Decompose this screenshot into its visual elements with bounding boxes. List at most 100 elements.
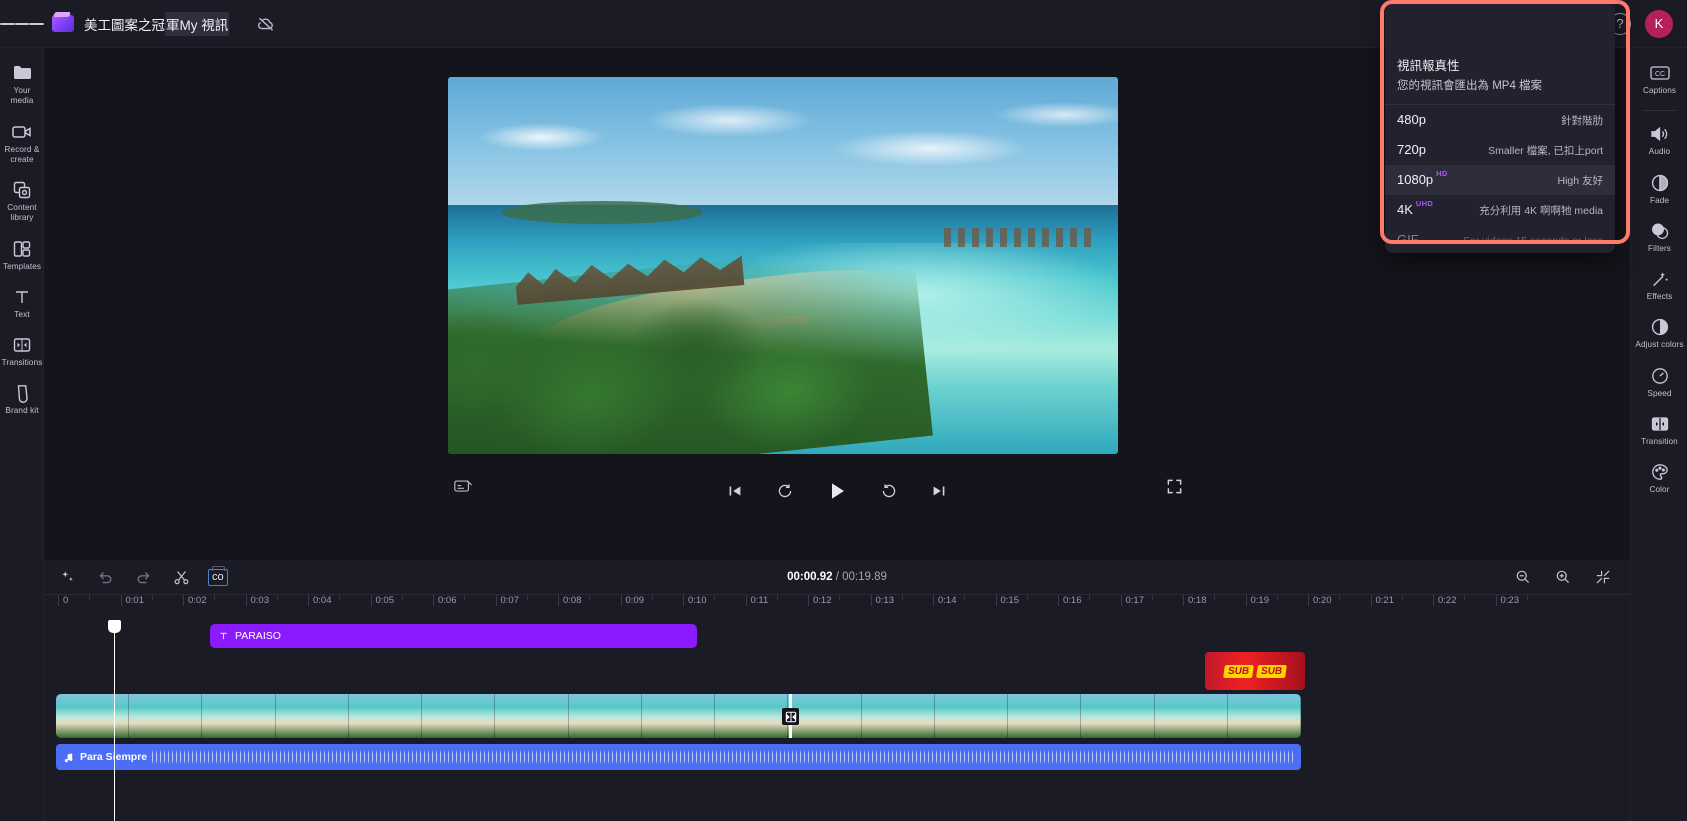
track-video	[44, 694, 1630, 738]
folder-icon	[1, 63, 43, 83]
rail-divider	[1643, 110, 1675, 111]
video-thumbnail	[276, 694, 349, 738]
export-menu-spacer	[1385, 3, 1615, 46]
ruler-tick-minor	[1464, 595, 1469, 600]
zoom-in-icon[interactable]	[1552, 566, 1574, 588]
audio-clip[interactable]: Para Siempre	[56, 744, 1301, 770]
sidebar-item-content-library[interactable]: Content library	[0, 173, 44, 232]
playhead[interactable]	[114, 622, 115, 821]
ruler-tick-minor	[339, 595, 344, 600]
ruler-tick-minor	[89, 595, 94, 600]
export-menu-header: 視訊報真性 您的視訊會匯出為 MP4 檔案	[1385, 46, 1615, 105]
ruler-tick-minor	[1527, 595, 1532, 600]
export-option-720p[interactable]: 720p Smaller 檔案, 已扣上port	[1385, 135, 1615, 165]
ruler-tick-minor	[589, 595, 594, 600]
ruler-tick: 0:10	[683, 595, 707, 606]
filters-icon	[1632, 221, 1687, 241]
ruler-tick: 0:23	[1496, 595, 1520, 606]
export-option-label: 4K	[1397, 202, 1413, 217]
ruler-tick-minor	[1152, 595, 1157, 600]
ruler-tick: 0:17	[1121, 595, 1145, 606]
jump-to-start-button[interactable]	[721, 477, 749, 505]
ruler-tick: 0:08	[558, 595, 582, 606]
property-item-transition[interactable]: Transition	[1631, 407, 1687, 455]
cloud-off-icon[interactable]	[253, 11, 279, 37]
property-item-audio[interactable]: Audio	[1631, 117, 1687, 165]
ruler-tick: 0:03	[246, 595, 270, 606]
ruler-tick-minor	[964, 595, 969, 600]
step-forward-button[interactable]	[875, 477, 903, 505]
property-item-fade[interactable]: Fade	[1631, 166, 1687, 214]
sidebar-item-your-media[interactable]: Your media	[0, 56, 44, 115]
sidebar-item-transitions[interactable]: Transitions	[0, 328, 44, 376]
ruler-tick-minor	[1214, 595, 1219, 600]
video-thumbnail	[56, 694, 129, 738]
ruler-tick: 0:07	[496, 595, 520, 606]
ruler-tick: 0:18	[1183, 595, 1207, 606]
split-handle-icon[interactable]	[782, 708, 799, 725]
video-thumbnail	[642, 694, 715, 738]
video-thumbnail	[1155, 694, 1228, 738]
property-item-captions[interactable]: CC Captions	[1631, 56, 1687, 104]
project-title-selection: 軍My 視訊	[165, 12, 229, 36]
fullscreen-icon[interactable]	[1160, 473, 1188, 499]
sidebar-item-record-create[interactable]: Record & create	[0, 115, 44, 174]
sidebar-item-label: Templates	[1, 262, 43, 272]
ruler-tick-minor	[652, 595, 657, 600]
sidebar-item-text[interactable]: Text	[0, 280, 44, 328]
property-item-filters[interactable]: Filters	[1631, 214, 1687, 262]
ruler-tick: 0:06	[433, 595, 457, 606]
video-thumbnail	[1008, 694, 1081, 738]
jump-to-end-button[interactable]	[925, 477, 953, 505]
ruler-tick: 0:02	[183, 595, 207, 606]
duplicate-button[interactable]: co	[208, 569, 228, 586]
templates-icon	[1, 239, 43, 259]
sidebar-item-brand-kit[interactable]: Brand kit	[0, 376, 44, 424]
ruler-tick-minor	[464, 595, 469, 600]
ai-tools-button[interactable]	[56, 566, 78, 588]
video-clip[interactable]	[56, 694, 1301, 738]
ruler-tick: 0:19	[1246, 595, 1270, 606]
undo-button[interactable]	[94, 566, 116, 588]
property-item-color[interactable]: Color	[1631, 455, 1687, 503]
video-preview[interactable]	[448, 77, 1118, 454]
ruler-tick-minor	[1339, 595, 1344, 600]
step-back-button[interactable]	[771, 477, 799, 505]
zoom-out-icon[interactable]	[1512, 566, 1534, 588]
adjust-colors-icon	[1632, 317, 1687, 337]
project-title[interactable]: 美工圖案之冠軍My 視訊	[82, 11, 231, 37]
ruler-tick: 0:14	[933, 595, 957, 606]
property-item-speed[interactable]: Speed	[1631, 359, 1687, 407]
property-item-effects[interactable]: Effects	[1631, 262, 1687, 310]
left-sidebar: Your media Record & create Content libra…	[0, 48, 44, 821]
playback-controls	[44, 468, 1630, 514]
sidebar-item-templates[interactable]: Templates	[0, 232, 44, 280]
redo-button[interactable]	[132, 566, 154, 588]
color-palette-icon	[1632, 462, 1687, 482]
ruler-tick: 0	[58, 595, 68, 606]
split-button[interactable]	[170, 566, 192, 588]
hamburger-menu-icon[interactable]	[0, 0, 44, 48]
video-thumbnail	[569, 694, 642, 738]
play-button[interactable]	[821, 475, 853, 507]
timeline-ruler[interactable]: 00:010:020:030:040:050:060:070:080:090:1…	[44, 594, 1630, 616]
fit-to-screen-icon[interactable]	[1592, 566, 1614, 588]
text-clip[interactable]: PARAISO	[210, 624, 697, 648]
sticker-clip[interactable]: SUB SUB	[1205, 652, 1305, 690]
ruler-tick-minor	[1027, 595, 1032, 600]
preview-clouds	[448, 92, 1118, 205]
video-thumbnail	[202, 694, 275, 738]
ruler-tick: 0:04	[308, 595, 332, 606]
export-option-480p[interactable]: 480p 針對階肋	[1385, 105, 1615, 135]
video-thumbnail	[1081, 694, 1154, 738]
sidebar-item-label: Record & create	[1, 145, 43, 166]
svg-text:CC: CC	[1654, 71, 1664, 78]
sidebar-item-label: Your media	[1, 86, 43, 107]
avatar[interactable]: K	[1645, 10, 1673, 38]
export-option-4k[interactable]: 4K UHD 充分利用 4K 啊啊牠 media	[1385, 195, 1615, 225]
export-option-badge-uhd: UHD	[1416, 199, 1433, 208]
time-display: 00:00.92 / 00:19.89	[44, 571, 1630, 583]
export-option-1080p[interactable]: 1080p HD High 友好	[1385, 165, 1615, 195]
property-item-adjust-colors[interactable]: Adjust colors	[1631, 310, 1687, 358]
avatar-initial: K	[1655, 16, 1664, 31]
